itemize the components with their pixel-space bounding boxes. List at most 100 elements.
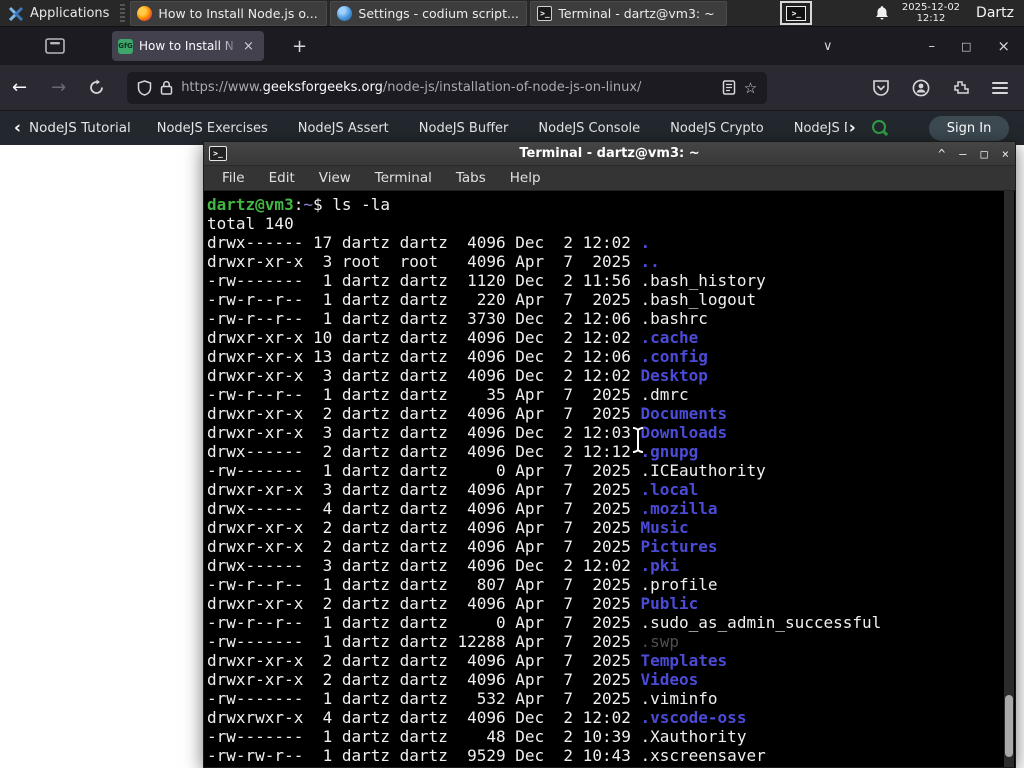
entry-name: Desktop bbox=[640, 366, 708, 385]
entry-name: .config bbox=[640, 347, 708, 366]
terminal-menu-item[interactable]: Terminal bbox=[375, 170, 432, 186]
entry-meta: drwx------ 3 dartz dartz 4096 Dec 2 12:0… bbox=[207, 556, 641, 575]
terminal-output-line: -rw------- 1 dartz dartz 12288 Apr 7 202… bbox=[207, 632, 1001, 651]
pocket-save-icon[interactable] bbox=[872, 79, 890, 97]
terminal-maximize-button[interactable]: □ bbox=[981, 147, 988, 161]
shade-button[interactable]: ^ bbox=[938, 147, 945, 161]
chevron-right-icon[interactable]: › bbox=[849, 118, 856, 138]
nav-item-link[interactable]: NodeJS DNS bbox=[794, 121, 847, 136]
entry-name: .xscreensaver bbox=[640, 746, 766, 765]
terminal-output-line: drwx------ 4 dartz dartz 4096 Apr 7 2025… bbox=[207, 499, 1001, 518]
applications-menu-button[interactable]: Applications bbox=[0, 0, 117, 27]
entry-name: Documents bbox=[640, 404, 728, 423]
entry-meta: drwxrwxr-x 4 dartz dartz 4096 Dec 2 12:0… bbox=[207, 708, 641, 727]
terminal-output-line: drwxrwxr-x 4 dartz dartz 4096 Dec 2 12:0… bbox=[207, 708, 1001, 727]
terminal-menu-item[interactable]: File bbox=[222, 170, 245, 186]
entry-name: Music bbox=[640, 518, 689, 537]
entry-meta: drwxr-xr-x 3 dartz dartz 4096 Dec 2 12:0… bbox=[207, 423, 641, 442]
entry-name: .profile bbox=[640, 575, 718, 594]
terminal-menu-item[interactable]: Help bbox=[510, 170, 541, 186]
tracking-protection-shield-icon[interactable] bbox=[137, 79, 152, 96]
window-close-button[interactable]: × bbox=[997, 37, 1010, 55]
taskbar-window-button[interactable]: Settings - codium script... bbox=[330, 0, 528, 26]
terminal-menu-item[interactable]: View bbox=[319, 170, 351, 186]
tray-terminal-icon[interactable]: >_ bbox=[780, 1, 813, 25]
sign-in-button[interactable]: Sign In bbox=[928, 115, 1010, 141]
back-button[interactable]: ← bbox=[0, 77, 39, 98]
taskbar-window-button[interactable]: How to Install Node.js o... bbox=[130, 0, 328, 26]
firefox-tab-bar: GfG How to Install Node.js on × + ∨ – □ … bbox=[0, 27, 1024, 65]
nav-item-link[interactable]: NodeJS Exercises bbox=[157, 121, 268, 136]
terminal-minimize-button[interactable]: – bbox=[959, 147, 966, 161]
terminal-output-line: drwxr-xr-x 2 dartz dartz 4096 Apr 7 2025… bbox=[207, 594, 1001, 613]
vscodium-icon bbox=[337, 5, 353, 21]
entry-name: . bbox=[640, 233, 651, 252]
reader-mode-icon[interactable] bbox=[722, 80, 736, 95]
terminal-output-line: -rw-r--r-- 1 dartz dartz 807 Apr 7 2025 … bbox=[207, 575, 1001, 594]
terminal-close-button[interactable]: × bbox=[1002, 147, 1009, 161]
entry-meta: -rw------- 1 dartz dartz 12288 Apr 7 202… bbox=[207, 632, 641, 651]
terminal-scrollbar[interactable] bbox=[1004, 191, 1014, 767]
terminal-prompt-line: dartz@vm3:~$ ls -la bbox=[207, 195, 1001, 214]
list-all-tabs-icon[interactable]: ∨ bbox=[823, 39, 833, 54]
notification-bell-icon[interactable] bbox=[874, 5, 890, 21]
entry-meta: -rw------- 1 dartz dartz 48 Dec 2 10:39 bbox=[207, 727, 641, 746]
terminal-menu-item[interactable]: Edit bbox=[269, 170, 295, 186]
account-icon[interactable] bbox=[912, 79, 930, 97]
terminal-content[interactable]: dartz@vm3:~$ ls -la total 140 drwx------ 1… bbox=[204, 191, 1015, 767]
entry-name: Downloads bbox=[640, 423, 728, 442]
terminal-output-line: drwx------ 3 dartz dartz 4096 Dec 2 12:0… bbox=[207, 556, 1001, 575]
terminal-output-line: drwxr-xr-x 3 dartz dartz 4096 Dec 2 12:0… bbox=[207, 423, 1001, 442]
entry-meta: drwxr-xr-x 10 dartz dartz 4096 Dec 2 12:… bbox=[207, 328, 641, 347]
entry-name: Public bbox=[640, 594, 699, 613]
clock-date: 2025-12-02 bbox=[901, 2, 961, 13]
terminal-output-line: drwxr-xr-x 10 dartz dartz 4096 Dec 2 12:… bbox=[207, 328, 1001, 347]
terminal-window-controls: ^ – □ × bbox=[938, 142, 1009, 166]
terminal-output-line: -rw-r--r-- 1 dartz dartz 220 Apr 7 2025 … bbox=[207, 290, 1001, 309]
scrollbar-thumb[interactable] bbox=[1005, 695, 1013, 757]
terminal-output-line: -rw------- 1 dartz dartz 532 Apr 7 2025 … bbox=[207, 689, 1001, 708]
nav-item-link[interactable]: NodeJS Buffer bbox=[419, 121, 509, 136]
url-bar[interactable]: https://www.geeksforgeeks.org/node-js/in… bbox=[127, 71, 768, 104]
panel-right-cluster: 2025-12-02 12:12 Dartz bbox=[874, 2, 1024, 24]
entry-name: Templates bbox=[640, 651, 728, 670]
entry-name: Pictures bbox=[640, 537, 718, 556]
entry-meta: -rw-r--r-- 1 dartz dartz 0 Apr 7 2025 bbox=[207, 613, 641, 632]
search-icon[interactable] bbox=[871, 119, 889, 137]
xfce-logo-icon bbox=[8, 6, 24, 21]
extensions-icon[interactable] bbox=[952, 79, 970, 97]
tab-close-icon[interactable]: × bbox=[240, 38, 257, 55]
window-maximize-button[interactable]: □ bbox=[961, 40, 971, 53]
terminal-output-line: -rw------- 1 dartz dartz 1120 Dec 2 11:5… bbox=[207, 271, 1001, 290]
window-minimize-button[interactable]: – bbox=[929, 39, 936, 54]
browser-tab[interactable]: GfG How to Install Node.js on × bbox=[112, 31, 264, 61]
taskbar-window-button[interactable]: >_ Terminal - dartz@vm3: ~ bbox=[530, 0, 728, 26]
nav-back-link[interactable]: ‹ NodeJS Tutorial bbox=[0, 118, 145, 138]
firefox-view-icon[interactable] bbox=[40, 33, 70, 59]
entry-meta: drwx------ 2 dartz dartz 4096 Dec 2 12:1… bbox=[207, 442, 641, 461]
nav-item-link[interactable]: NodeJS Crypto bbox=[670, 121, 764, 136]
entry-meta: drwxr-xr-x 2 dartz dartz 4096 Apr 7 2025 bbox=[207, 594, 641, 613]
tab-title-fade bbox=[220, 35, 238, 57]
panel-clock[interactable]: 2025-12-02 12:12 bbox=[902, 2, 960, 24]
entry-name: .gnupg bbox=[640, 442, 699, 461]
bookmark-star-icon[interactable]: ☆ bbox=[744, 79, 757, 97]
user-menu[interactable]: Dartz bbox=[972, 5, 1014, 21]
nav-item-link[interactable]: NodeJS Assert bbox=[298, 121, 389, 136]
new-tab-button[interactable]: + bbox=[284, 34, 315, 59]
menu-hamburger-icon[interactable] bbox=[992, 81, 1008, 94]
terminal-glyph: >_ bbox=[786, 5, 807, 21]
reload-button[interactable] bbox=[88, 79, 105, 96]
terminal-menu-item[interactable]: Tabs bbox=[456, 170, 486, 186]
terminal-titlebar[interactable]: >_ Terminal - dartz@vm3: ~ ^ – □ × bbox=[204, 142, 1015, 166]
taskbar-window-title: Settings - codium script... bbox=[358, 5, 519, 21]
terminal-menubar: File Edit View Terminal Tabs Help bbox=[204, 166, 1015, 191]
lock-icon[interactable] bbox=[160, 80, 173, 95]
top-panel: Applications How to Install Node.js o...… bbox=[0, 0, 1024, 27]
nav-items: NodeJS Exercises NodeJS Assert NodeJS Buff… bbox=[157, 121, 847, 136]
terminal-output-line: -rw------- 1 dartz dartz 0 Apr 7 2025 .I… bbox=[207, 461, 1001, 480]
nav-item-link[interactable]: NodeJS Console bbox=[538, 121, 640, 136]
url-domain: geeksforgeeks.org bbox=[262, 80, 383, 95]
desktop: Applications How to Install Node.js o...… bbox=[0, 0, 1024, 768]
entry-meta: drwx------ 17 dartz dartz 4096 Dec 2 12:… bbox=[207, 233, 641, 252]
